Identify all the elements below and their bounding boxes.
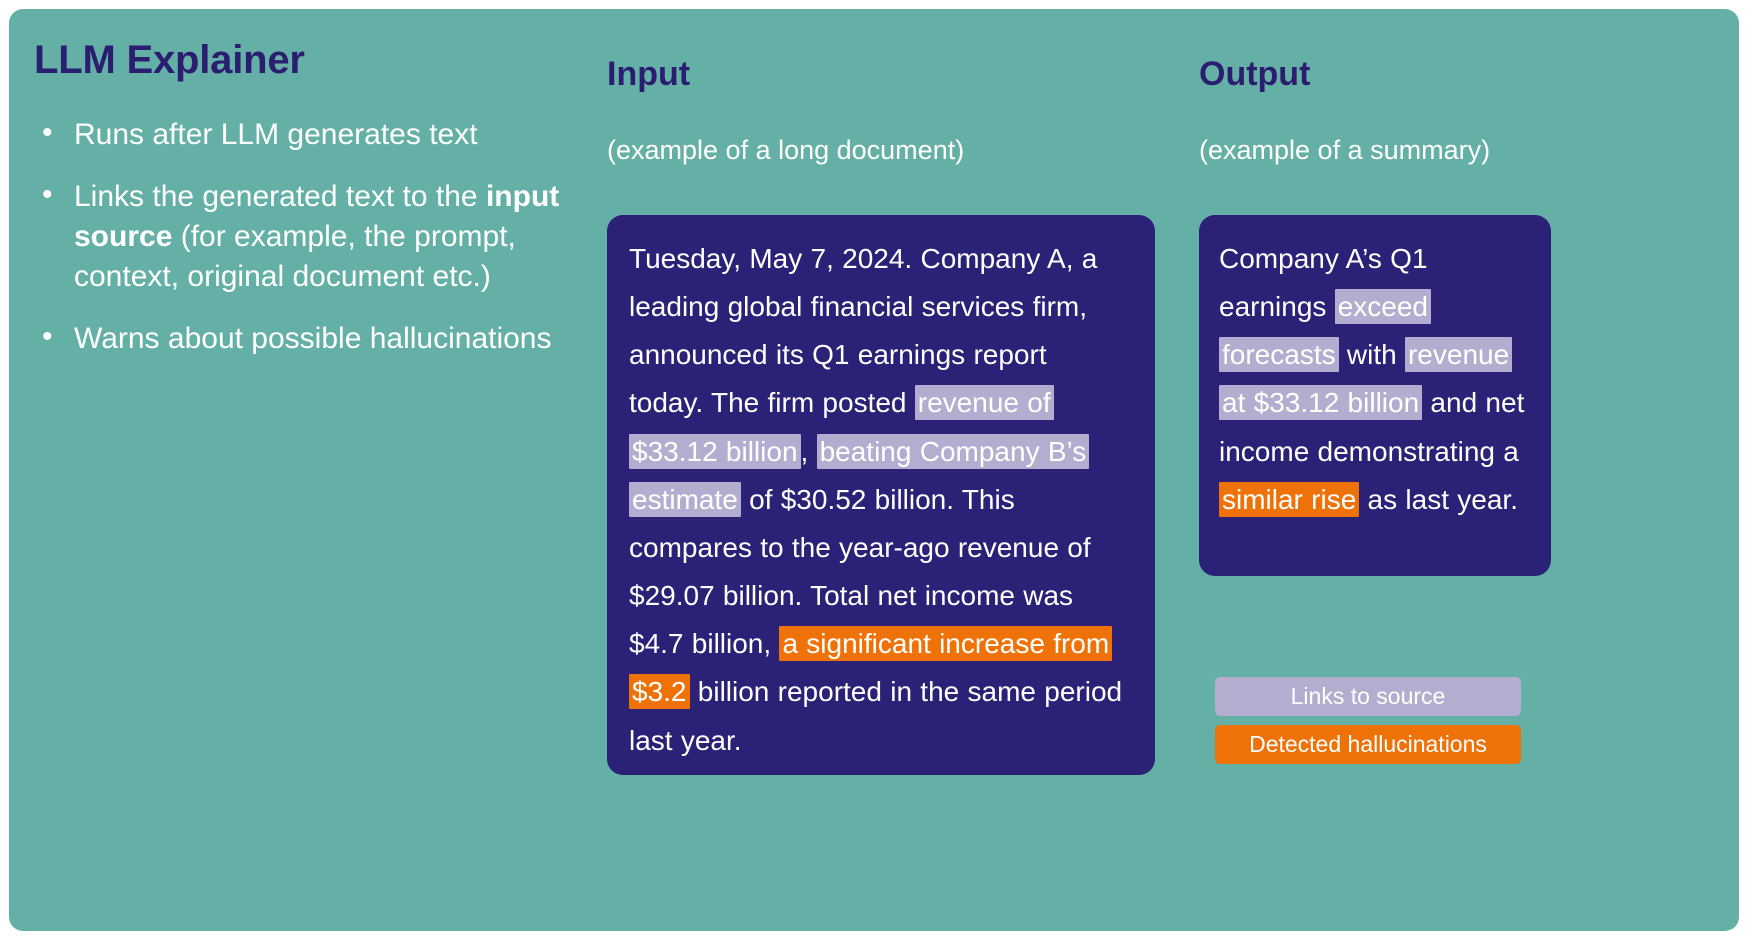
output-summary-card: Company A’s Q1 earnings exceed forecasts… [1199,215,1551,576]
page-title: LLM Explainer [34,38,305,82]
list-item: Runs after LLM generates text [34,113,589,155]
bullet-text-2-prefix: Links the generated text to the [74,179,486,213]
doc-seg-plain-2: , [800,435,817,467]
legend: Links to source Detected hallucinations [1215,677,1521,773]
legend-label-detected-hallucinations: Detected hallucinations [1249,731,1487,757]
sum-seg-plain-4: as last year. [1359,483,1518,515]
input-document-card: Tuesday, May 7, 2024. Company A, a leadi… [607,215,1155,775]
list-item: Warns about possible hallucinations [34,317,589,359]
output-column-subheading: (example of a summary) [1199,135,1491,165]
input-column-heading: Input [607,55,691,93]
legend-label-links-to-source: Links to source [1290,683,1446,709]
doc-seg-plain-4: billion reported in the same period last… [629,676,1123,756]
sum-seg-hallucination-1: similar rise [1219,481,1360,517]
sum-seg-plain-2: with [1338,339,1405,371]
output-summary-text: Company A’s Q1 earnings exceed forecasts… [1219,235,1537,524]
input-column-subheading: (example of a long document) [607,135,965,165]
legend-item-links-to-source: Links to source [1215,677,1521,716]
legend-item-detected-hallucinations: Detected hallucinations [1215,725,1521,764]
input-document-text: Tuesday, May 7, 2024. Company A, a leadi… [629,235,1129,765]
output-column-heading: Output [1199,55,1311,93]
bullet-text-1: Runs after LLM generates text [74,118,478,151]
explainer-column: LLM Explainer Runs after LLM generates t… [34,39,589,380]
explainer-bullet-list: Runs after LLM generates text Links the … [34,113,589,359]
bullet-text-3: Warns about possible hallucinations [74,321,552,355]
slide-canvas: LLM Explainer Runs after LLM generates t… [9,9,1739,931]
list-item: Links the generated text to the input so… [34,175,589,297]
